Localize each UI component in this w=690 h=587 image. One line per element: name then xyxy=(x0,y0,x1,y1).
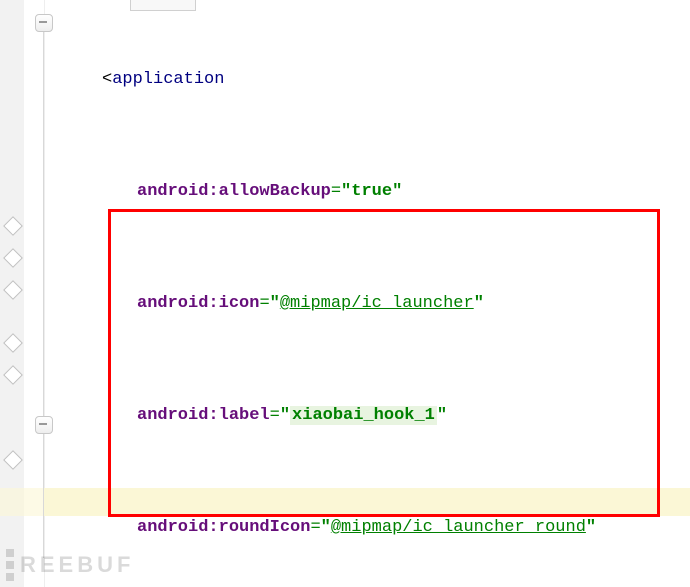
fold-toggle[interactable] xyxy=(35,416,53,434)
xml-attr: android:label="xiaobai_hook_1" xyxy=(52,402,690,430)
xml-open-tag: <application xyxy=(52,66,690,94)
watermark: REEBUF xyxy=(6,549,134,581)
highlight-gutter xyxy=(0,488,44,516)
xml-attr: android:roundIcon="@mipmap/ic_launcher_r… xyxy=(52,514,690,542)
fold-tree-line xyxy=(43,26,44,558)
fold-toggle[interactable] xyxy=(35,14,53,32)
code-area[interactable]: <application android:allowBackup="true" … xyxy=(52,10,690,587)
xml-attr: android:icon="@mipmap/ic_launcher" xyxy=(52,290,690,318)
xml-attr: android:allowBackup="true" xyxy=(52,178,690,206)
editor-viewport: <application android:allowBackup="true" … xyxy=(0,0,690,587)
